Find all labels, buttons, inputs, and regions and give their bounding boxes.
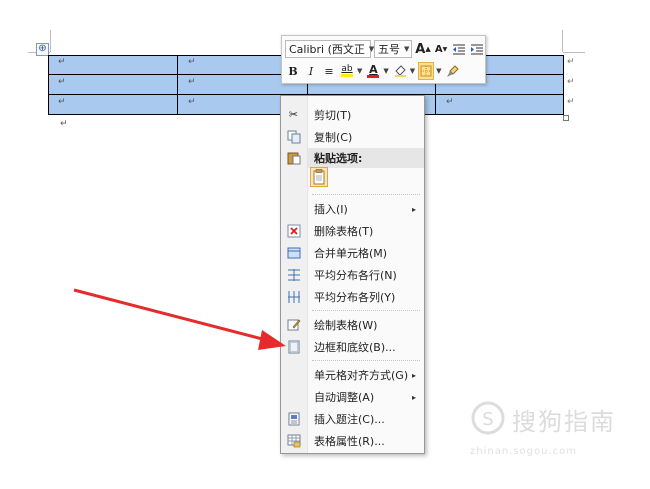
watermark-text: 搜狗指南 bbox=[512, 408, 616, 436]
sogou-logo-icon: S bbox=[471, 401, 505, 435]
watermark-url: zhinan.sogou.com bbox=[470, 446, 578, 457]
svg-text:S: S bbox=[482, 409, 493, 430]
